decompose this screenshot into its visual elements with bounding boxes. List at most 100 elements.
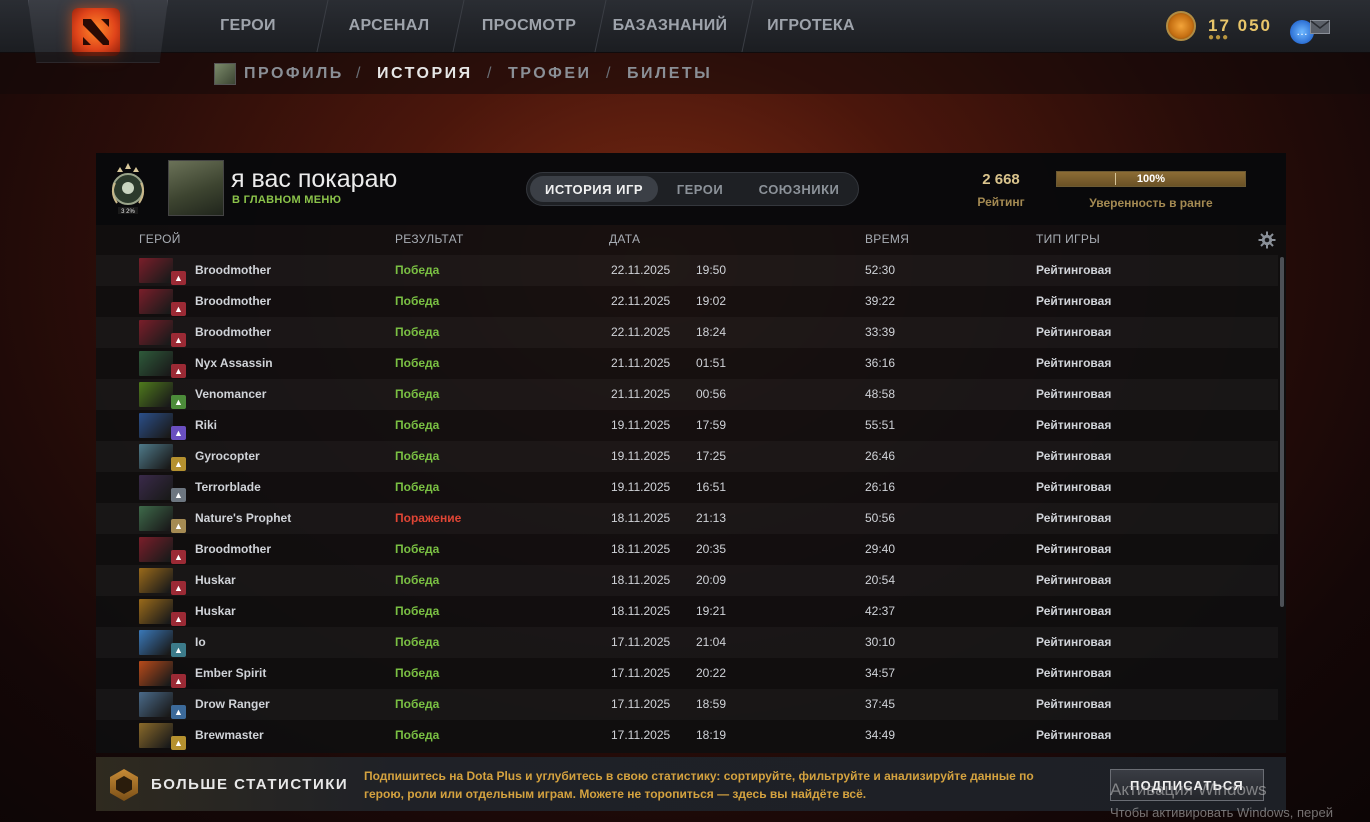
- match-row[interactable]: ▲ Nature's Prophet Поражение 18.11.2025 21:1…: [96, 503, 1278, 534]
- game-mode: Рейтинговая: [1036, 635, 1112, 649]
- tab-match-history[interactable]: ИСТОРИЯ ИГР: [530, 176, 658, 202]
- top-navigation-bar: ГЕРОИ АРСЕНАЛ ПРОСМОТР БАЗАЗНАНИЙ ИГРОТЕ…: [0, 0, 1370, 63]
- match-row[interactable]: ▲ Broodmother Победа 22.11.2025 19:02 39:22 Ре…: [96, 286, 1278, 317]
- profile-avatar-small[interactable]: [214, 63, 236, 85]
- match-row[interactable]: ▲ Drow Ranger Победа 17.11.2025 18:59 37:45 Ре…: [96, 689, 1278, 720]
- role-icon: ▲: [171, 519, 186, 533]
- match-row[interactable]: ▲ Huskar Победа 18.11.2025 20:09 20:54 Рейтинг…: [96, 565, 1278, 596]
- match-duration: 55:51: [865, 418, 896, 432]
- match-row[interactable]: ▲ Broodmother Победа 22.11.2025 18:24 33:39 Ре…: [96, 317, 1278, 348]
- match-result: Победа: [395, 697, 440, 711]
- match-row[interactable]: ▲ Huskar Победа 18.11.2025 19:21 42:37 Рейтинг…: [96, 596, 1278, 627]
- subnav-tickets[interactable]: БИЛЕТЫ: [627, 65, 712, 83]
- match-time: 19:50: [696, 263, 727, 277]
- match-duration: 42:37: [865, 604, 896, 618]
- player-header: 3 2% я вас покараю В ГЛАВНОМ МЕНЮ ИСТОРИ…: [96, 153, 1286, 225]
- mail-icon[interactable]: [1310, 20, 1330, 34]
- nav-tab-arcade[interactable]: ИГРОТЕКА: [756, 0, 866, 52]
- role-icon: ▲: [171, 674, 186, 688]
- nav-divider: [741, 0, 754, 52]
- hero-portrait: [139, 723, 173, 748]
- hero-portrait: [139, 599, 173, 624]
- column-header-hero: ГЕРОЙ: [139, 232, 181, 246]
- match-date: 22.11.2025: [611, 263, 671, 277]
- match-row[interactable]: ▲ Venomancer Победа 21.11.2025 00:56 48:58 Рей…: [96, 379, 1278, 410]
- match-row[interactable]: ▲ Io Победа 17.11.2025 21:04 30:10 Рейтинговая: [96, 627, 1278, 658]
- match-duration: 37:45: [865, 697, 896, 711]
- game-mode: Рейтинговая: [1036, 294, 1112, 308]
- banner-title: БОЛЬШЕ СТАТИСТИКИ: [151, 776, 349, 793]
- windows-activation-hint: Чтобы активировать Windows, перей: [1110, 805, 1334, 820]
- match-result: Победа: [395, 325, 440, 339]
- match-result: Победа: [395, 418, 440, 432]
- hero-name: Io: [195, 635, 206, 649]
- game-mode: Рейтинговая: [1036, 604, 1112, 618]
- player-avatar[interactable]: [168, 160, 224, 216]
- profile-subnav: ПРОФИЛЬ / ИСТОРИЯ / ТРОФЕИ / БИЛЕТЫ: [0, 52, 1370, 94]
- dota-logo-icon[interactable]: [72, 8, 120, 56]
- column-header-result: РЕЗУЛЬТАТ: [395, 232, 464, 246]
- hero-name: Nature's Prophet: [195, 511, 292, 525]
- match-row[interactable]: ▲ Ember Spirit Победа 17.11.2025 20:22 34:57 Р…: [96, 658, 1278, 689]
- role-icon: ▲: [171, 643, 186, 657]
- tab-heroes[interactable]: ГЕРОИ: [660, 176, 740, 202]
- nav-divider: [316, 0, 329, 52]
- match-date: 22.11.2025: [611, 294, 671, 308]
- hero-portrait: [139, 568, 173, 593]
- match-duration: 48:58: [865, 387, 896, 401]
- game-mode: Рейтинговая: [1036, 263, 1112, 277]
- match-duration: 52:30: [865, 263, 896, 277]
- shards-coin-icon: [1166, 11, 1196, 41]
- subnav-profile[interactable]: ПРОФИЛЬ: [244, 65, 344, 83]
- match-duration: 26:16: [865, 480, 896, 494]
- rating-label: Рейтинг: [977, 195, 1025, 209]
- match-duration: 29:40: [865, 542, 896, 556]
- tab-allies[interactable]: СОЮЗНИКИ: [743, 176, 855, 202]
- match-row[interactable]: ▲ Brewmaster Победа 17.11.2025 18:19 34:49 Рей…: [96, 720, 1278, 751]
- match-date: 19.11.2025: [611, 418, 671, 432]
- match-duration: 20:54: [865, 573, 896, 587]
- nav-tab-learn[interactable]: БАЗАЗНАНИЙ: [605, 0, 735, 52]
- game-mode: Рейтинговая: [1036, 542, 1112, 556]
- match-row[interactable]: ▲ Terrorblade Победа 19.11.2025 16:51 26:16 Ре…: [96, 472, 1278, 503]
- match-date: 22.11.2025: [611, 325, 671, 339]
- nav-tab-heroes[interactable]: ГЕРОИ: [205, 0, 291, 52]
- nav-tab-armory[interactable]: АРСЕНАЛ: [335, 0, 443, 52]
- match-time: 20:35: [696, 542, 727, 556]
- match-result: Поражение: [395, 511, 462, 525]
- match-date: 17.11.2025: [611, 635, 671, 649]
- match-row[interactable]: ▲ Gyrocopter Победа 19.11.2025 17:25 26:46 Рей…: [96, 441, 1278, 472]
- hero-name: Broodmother: [195, 325, 271, 339]
- match-result: Победа: [395, 356, 440, 370]
- gear-icon[interactable]: [1258, 231, 1276, 249]
- hero-portrait: [139, 630, 173, 655]
- match-duration: 30:10: [865, 635, 896, 649]
- match-row[interactable]: ▲ Riki Победа 19.11.2025 17:59 55:51 Рейтингов…: [96, 410, 1278, 441]
- dota-plus-banner: БОЛЬШЕ СТАТИСТИКИ Подпишитесь на Dota Pl…: [96, 757, 1286, 811]
- match-date: 18.11.2025: [611, 511, 671, 525]
- role-icon: ▲: [171, 581, 186, 595]
- match-time: 17:25: [696, 449, 727, 463]
- hero-name: Brewmaster: [195, 728, 264, 742]
- hero-name: Gyrocopter: [195, 449, 260, 463]
- match-row[interactable]: ▲ Nyx Assassin Победа 21.11.2025 01:51 36:16 Р…: [96, 348, 1278, 379]
- hero-portrait: [139, 692, 173, 717]
- match-result: Победа: [395, 480, 440, 494]
- game-mode: Рейтинговая: [1036, 418, 1112, 432]
- match-row[interactable]: ▲ Broodmother Победа 18.11.2025 20:35 29:40 Ре…: [96, 534, 1278, 565]
- hero-portrait: [139, 413, 173, 438]
- player-name: я вас покараю: [231, 165, 398, 193]
- match-row[interactable]: ▲ Broodmother Победа 22.11.2025 19:50 52:30 Ре…: [96, 255, 1278, 286]
- nav-tab-watch[interactable]: ПРОСМОТР: [470, 0, 588, 52]
- match-time: 16:51: [696, 480, 727, 494]
- subnav-trophies[interactable]: ТРОФЕИ: [508, 65, 592, 83]
- match-time: 01:51: [696, 356, 727, 370]
- subnav-history[interactable]: ИСТОРИЯ: [377, 65, 473, 83]
- hero-name: Terrorblade: [195, 480, 261, 494]
- match-duration: 50:56: [865, 511, 896, 525]
- match-list-scrollbar[interactable]: [1280, 257, 1284, 607]
- hero-name: Riki: [195, 418, 218, 432]
- hero-name: Ember Spirit: [195, 666, 267, 680]
- game-mode: Рейтинговая: [1036, 325, 1112, 339]
- rank-confidence-text: 100%: [1136, 173, 1166, 185]
